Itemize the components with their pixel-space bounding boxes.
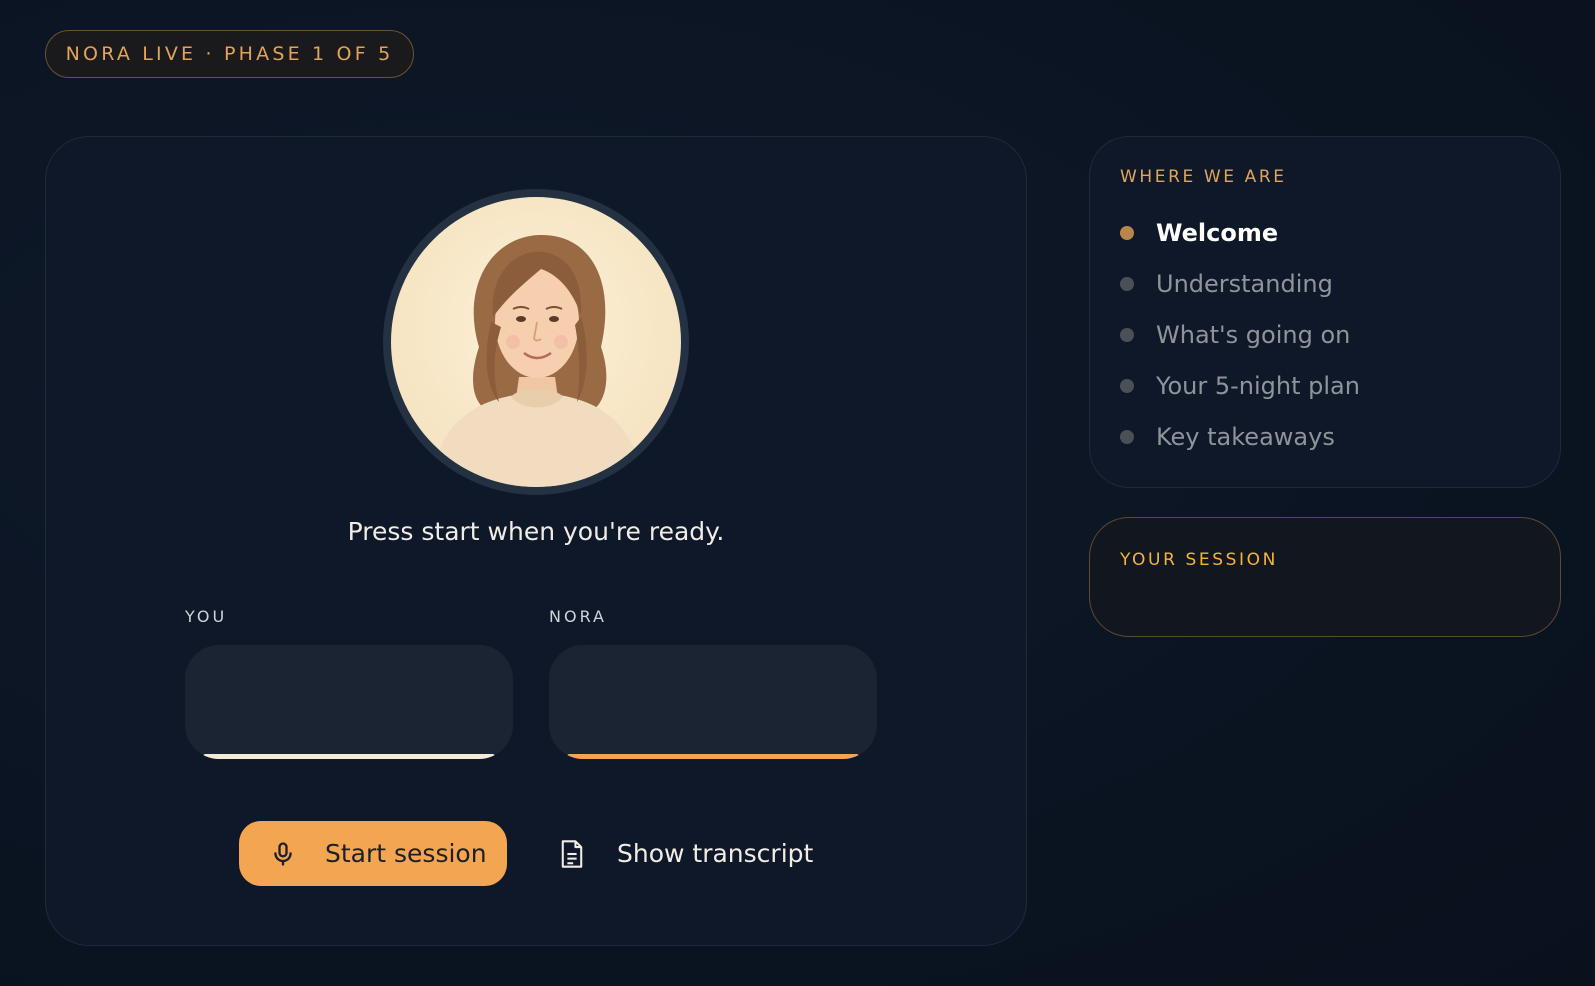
show-transcript-label: Show transcript <box>617 839 814 868</box>
session-panel: Press start when you're ready. YOU NORA … <box>45 136 1027 946</box>
phase-item-understanding: Understanding <box>1120 258 1530 309</box>
start-session-button[interactable]: Start session <box>239 821 507 886</box>
nora-portrait-image <box>431 234 643 487</box>
nora-audio-level-bar <box>567 754 859 759</box>
phase-indicator-label: NORA LIVE · PHASE 1 OF 5 <box>65 43 394 65</box>
phase-status-dot <box>1120 378 1134 393</box>
nora-avatar <box>391 197 681 487</box>
you-meter-label: YOU <box>185 607 228 626</box>
phase-item-label: Key takeaways <box>1156 422 1335 451</box>
your-session-panel: YOUR SESSION <box>1089 517 1561 637</box>
phase-progress-panel: WHERE WE ARE Welcome Understanding What'… <box>1089 136 1561 488</box>
phase-status-dot <box>1120 429 1134 444</box>
phase-indicator-badge: NORA LIVE · PHASE 1 OF 5 <box>45 30 414 78</box>
phase-progress-title: WHERE WE ARE <box>1120 167 1287 187</box>
phase-item-whats-going-on: What's going on <box>1120 309 1530 360</box>
phase-item-key-takeaways: Key takeaways <box>1120 411 1530 462</box>
session-controls: Start session Show transcript <box>239 821 813 886</box>
phase-status-dot <box>1120 225 1134 240</box>
phase-item-5-night-plan: Your 5-night plan <box>1120 360 1530 411</box>
phase-item-label: Your 5-night plan <box>1156 371 1360 400</box>
your-session-title: YOUR SESSION <box>1120 550 1278 570</box>
microphone-icon <box>269 840 297 868</box>
phase-status-dot <box>1120 327 1134 342</box>
phase-item-label: Understanding <box>1156 269 1333 298</box>
phase-item-welcome: Welcome <box>1120 207 1530 258</box>
nora-audio-meter <box>549 645 877 759</box>
nora-meter-label: NORA <box>549 607 607 626</box>
phase-item-label: Welcome <box>1156 218 1279 247</box>
nora-avatar-ring <box>383 189 689 495</box>
you-audio-meter <box>185 645 513 759</box>
status-prompt: Press start when you're ready. <box>347 517 725 546</box>
you-audio-level-bar <box>203 754 495 759</box>
phase-item-label: What's going on <box>1156 320 1351 349</box>
phase-status-dot <box>1120 276 1134 291</box>
show-transcript-button[interactable]: Show transcript <box>559 839 813 869</box>
start-session-label: Start session <box>325 839 487 868</box>
document-icon <box>559 839 585 869</box>
